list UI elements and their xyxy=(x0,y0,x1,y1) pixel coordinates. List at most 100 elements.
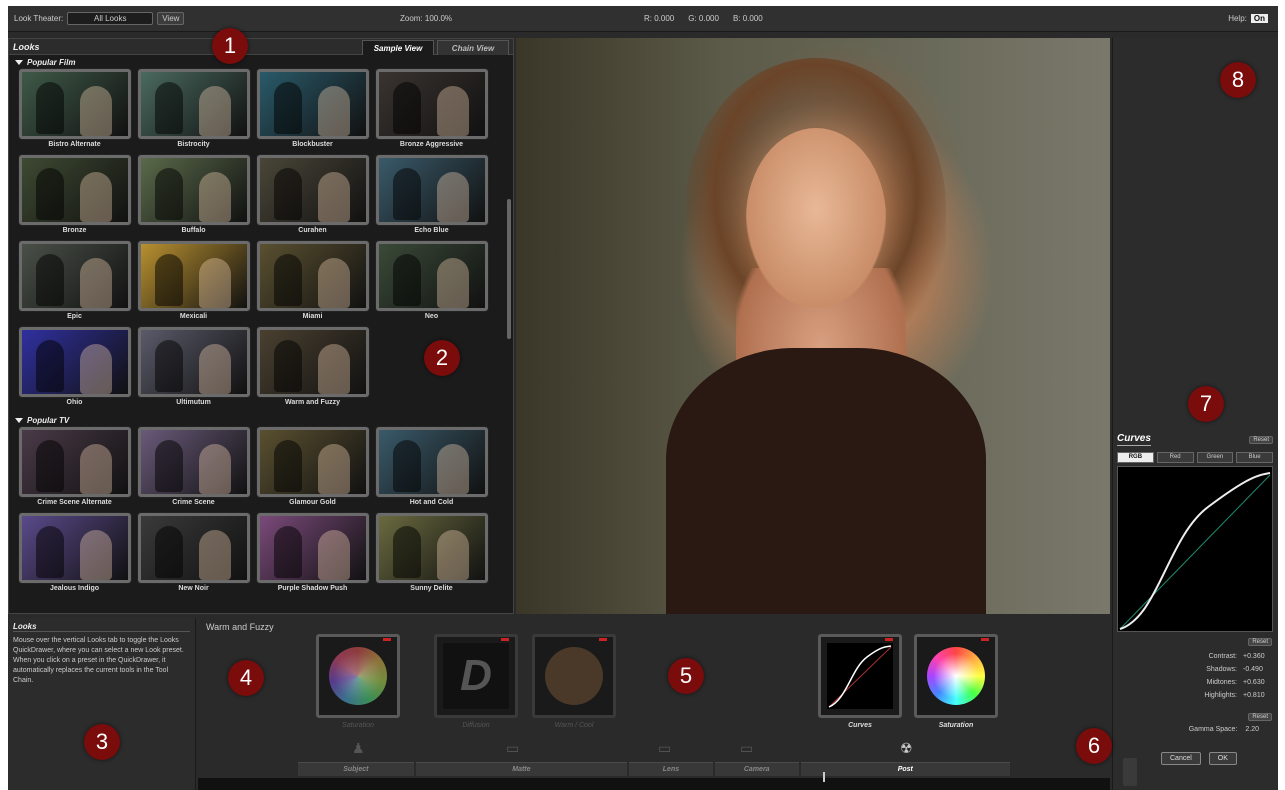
curves-reset-button[interactable]: Reset xyxy=(1249,435,1273,444)
category-subject[interactable]: Subject xyxy=(298,762,414,776)
curve-graph[interactable] xyxy=(1117,466,1273,632)
cancel-button[interactable]: Cancel xyxy=(1161,752,1201,765)
look-preview-image[interactable] xyxy=(18,69,131,139)
look-thumbnail[interactable]: Blockbuster xyxy=(253,69,372,155)
camera-icon[interactable]: ▭ xyxy=(740,740,753,757)
view-button[interactable]: View xyxy=(157,12,185,25)
category-post[interactable]: Post xyxy=(800,762,1011,776)
matte-icon[interactable]: ▭ xyxy=(506,740,519,757)
look-thumbnail[interactable]: Warm and Fuzzy xyxy=(253,327,372,413)
tab-chain-view[interactable]: Chain View xyxy=(437,40,509,55)
look-thumbnail[interactable]: Bistrocity xyxy=(134,69,253,155)
look-preview-image[interactable] xyxy=(18,327,131,397)
help-on-button[interactable]: On xyxy=(1250,14,1268,23)
look-thumbnail[interactable]: Sunny Delite xyxy=(372,513,491,599)
channel-green-button[interactable]: Green xyxy=(1196,452,1234,463)
look-thumbnail[interactable]: Bistro Alternate xyxy=(15,69,134,155)
curve-svg xyxy=(1119,472,1271,630)
collapse-triangle-icon[interactable] xyxy=(15,417,23,423)
look-preview-image[interactable] xyxy=(375,69,488,139)
look-thumbnail[interactable]: Mexicali xyxy=(134,241,253,327)
category-camera[interactable]: Camera xyxy=(714,762,799,776)
param-contrast[interactable]: Contrast: +0.360 xyxy=(1117,650,1273,663)
thumb-figure xyxy=(198,172,231,222)
param-highlights[interactable]: Highlights: +0.810 xyxy=(1117,689,1273,702)
section-header[interactable]: Popular TV xyxy=(9,413,513,427)
tab-sample-view[interactable]: Sample View xyxy=(362,40,434,55)
look-preview-image[interactable] xyxy=(137,427,250,497)
look-thumbnail[interactable]: Purple Shadow Push xyxy=(253,513,372,599)
look-thumbnail[interactable]: Glamour Gold xyxy=(253,427,372,513)
param-shadows[interactable]: Shadows: -0.490 xyxy=(1117,663,1273,676)
look-preview-image[interactable] xyxy=(256,327,369,397)
look-thumbnail[interactable]: Echo Blue xyxy=(372,155,491,241)
look-preview-image[interactable] xyxy=(137,241,250,311)
section-header[interactable]: Popular Film xyxy=(9,55,513,69)
look-preview-image[interactable] xyxy=(18,513,131,583)
ok-button[interactable]: OK xyxy=(1208,752,1237,765)
look-thumbnail[interactable]: Neo xyxy=(372,241,491,327)
look-preview-image[interactable] xyxy=(375,427,488,497)
looks-app-window: Look Theater: All Looks View Zoom: 100.0… xyxy=(8,6,1278,790)
channel-rgb-button[interactable]: RGB xyxy=(1117,452,1154,463)
post-icon[interactable]: ☢ xyxy=(900,740,913,757)
look-preview-image[interactable] xyxy=(137,513,250,583)
slot-label: Saturation xyxy=(938,722,974,729)
look-thumbnail[interactable]: Crime Scene xyxy=(134,427,253,513)
look-thumbnail[interactable]: Epic xyxy=(15,241,134,327)
look-preview-image[interactable] xyxy=(256,155,369,225)
look-thumbnail[interactable]: Curahen xyxy=(253,155,372,241)
look-thumbnail[interactable]: Ultimutum xyxy=(134,327,253,413)
section-title: Popular TV xyxy=(27,415,70,425)
tool-slot-warm-cool[interactable] xyxy=(532,634,616,718)
look-thumbnail[interactable]: Bronze Aggressive xyxy=(372,69,491,155)
look-preview-image[interactable] xyxy=(256,427,369,497)
trash-icon[interactable] xyxy=(1123,758,1137,786)
look-thumbnail[interactable]: Jealous Indigo xyxy=(15,513,134,599)
param-value[interactable]: -0.490 xyxy=(1243,666,1273,673)
look-theater-select[interactable]: All Looks xyxy=(67,12,154,25)
gamma-reset-button[interactable]: Reset xyxy=(1248,713,1272,721)
look-preview-image[interactable] xyxy=(256,241,369,311)
lens-icon[interactable]: ▭ xyxy=(658,740,671,757)
look-preview-image[interactable] xyxy=(375,241,488,311)
subject-icon[interactable]: ♟ xyxy=(352,740,365,757)
tool-slot-saturation-1[interactable] xyxy=(316,634,400,718)
look-thumbnail[interactable]: Crime Scene Alternate xyxy=(15,427,134,513)
look-preview-image[interactable] xyxy=(256,69,369,139)
look-thumbnail[interactable]: Hot and Cold xyxy=(372,427,491,513)
looks-scrollbar[interactable] xyxy=(507,199,511,339)
look-preview-image[interactable] xyxy=(137,69,250,139)
look-thumbnail[interactable]: Buffalo xyxy=(134,155,253,241)
tool-chain-track[interactable] xyxy=(198,772,1110,790)
category-matte[interactable]: Matte xyxy=(415,762,628,776)
look-thumbnail[interactable]: Ohio xyxy=(15,327,134,413)
look-preview-image[interactable] xyxy=(137,155,250,225)
look-preview-image[interactable] xyxy=(256,513,369,583)
look-preview-image[interactable] xyxy=(137,327,250,397)
look-preview-image[interactable] xyxy=(18,427,131,497)
tool-slot-curves[interactable] xyxy=(818,634,902,718)
look-preview-image[interactable] xyxy=(18,241,131,311)
channel-blue-button[interactable]: Blue xyxy=(1236,452,1273,463)
look-thumbnail[interactable]: New Noir xyxy=(134,513,253,599)
param-value[interactable]: +0.630 xyxy=(1243,679,1273,686)
gamma-value[interactable]: 2.20 xyxy=(1245,726,1259,733)
tool-slot-saturation-2[interactable] xyxy=(914,634,998,718)
chain-marker[interactable] xyxy=(823,772,825,782)
param-midtones[interactable]: Midtones: +0.630 xyxy=(1117,676,1273,689)
channel-red-button[interactable]: Red xyxy=(1156,452,1194,463)
param-label: Contrast: xyxy=(1208,653,1237,660)
help-toggle[interactable]: Help: On xyxy=(1228,14,1268,23)
look-preview-image[interactable] xyxy=(18,155,131,225)
look-thumbnail[interactable]: Bronze xyxy=(15,155,134,241)
look-preview-image[interactable] xyxy=(375,155,488,225)
collapse-triangle-icon[interactable] xyxy=(15,59,23,65)
param-value[interactable]: +0.360 xyxy=(1243,653,1273,660)
param-value[interactable]: +0.810 xyxy=(1243,692,1273,699)
tool-slot-diffusion[interactable]: D xyxy=(434,634,518,718)
params-reset-button[interactable]: Reset xyxy=(1248,638,1272,646)
look-preview-image[interactable] xyxy=(375,513,488,583)
look-thumbnail[interactable]: Miami xyxy=(253,241,372,327)
category-lens[interactable]: Lens xyxy=(629,762,713,776)
